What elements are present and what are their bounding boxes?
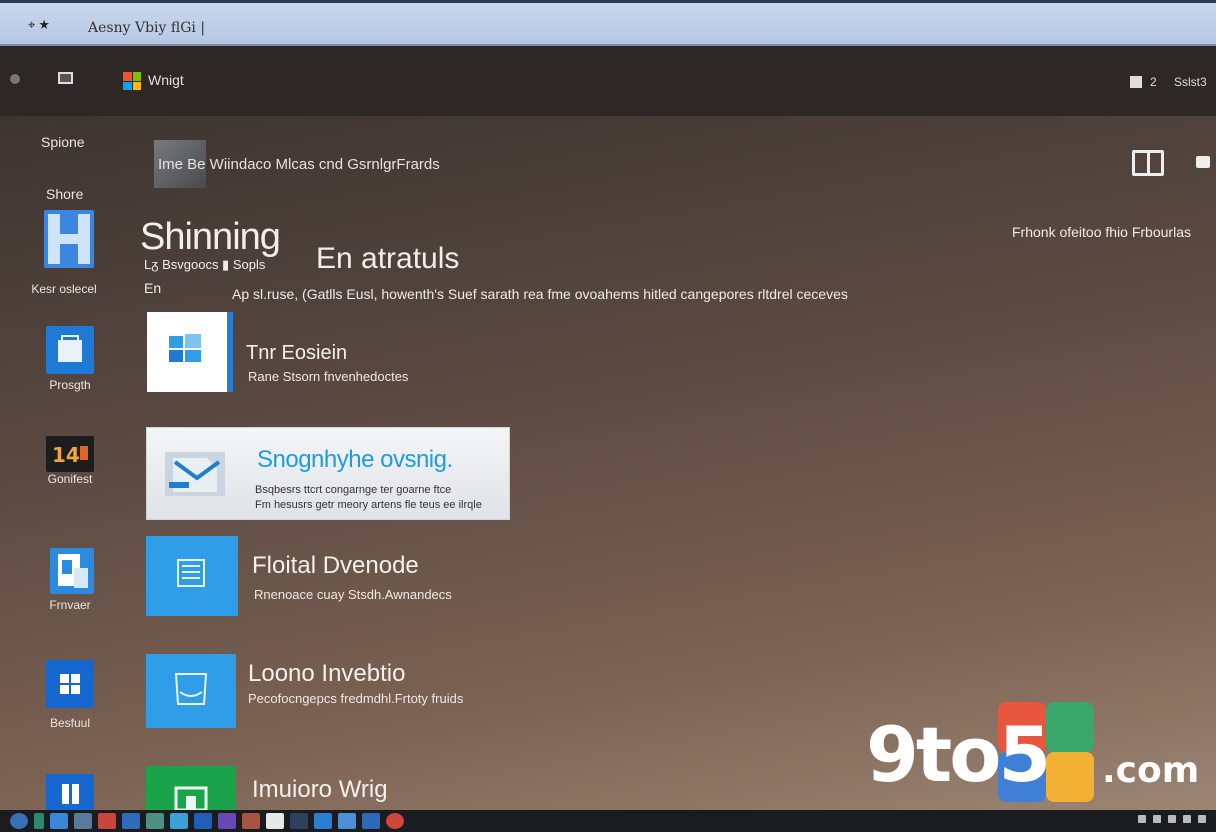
header-caption[interactable]: Frhonk ofeitoo fhio Frbourlas — [1012, 224, 1191, 240]
sidebar-item-label: Kesr oslecel — [31, 282, 97, 296]
app-icon[interactable] — [98, 813, 116, 829]
window-title: Aesny Vbiy flGi | — [88, 20, 206, 36]
app-icon[interactable] — [146, 813, 164, 829]
app-icon[interactable] — [194, 813, 212, 829]
page-title: Shinning — [140, 216, 281, 258]
sidebar-item-label: Gonifest — [47, 472, 93, 486]
search-icon[interactable] — [34, 813, 44, 829]
menu-dot-icon[interactable] — [10, 74, 20, 84]
app-icon[interactable] — [338, 813, 356, 829]
green-icon[interactable] — [146, 766, 236, 812]
app-icon[interactable] — [242, 813, 260, 829]
app-icon[interactable] — [290, 813, 308, 829]
app-icon[interactable] — [122, 813, 140, 829]
header-subtitle: Ime Be Wiindaco Mlcas cnd GsrnlgrFrards — [158, 156, 440, 173]
chat-icon[interactable] — [1196, 156, 1210, 168]
card-title[interactable]: Imuioro Wrig — [252, 776, 388, 804]
app-icon[interactable] — [362, 813, 380, 829]
page-subtitle: En atratuls — [316, 242, 460, 275]
sidebar-item-label: Prosgth — [49, 378, 91, 392]
windows-icon[interactable] — [46, 660, 94, 708]
card-title[interactable]: Tnr Eosiein — [246, 342, 347, 365]
document-icon[interactable] — [50, 548, 94, 594]
watermark-logo: 9to5 .com — [866, 702, 1200, 802]
tray-icon[interactable] — [1153, 815, 1161, 823]
notification-count: 2 — [1150, 75, 1157, 89]
folder-icon[interactable] — [58, 72, 73, 84]
card-subtitle: Rane Stsorn fnvenhedoctes — [248, 369, 409, 384]
app-icon[interactable] — [218, 813, 236, 829]
file-icon[interactable] — [146, 536, 238, 616]
sidebar-heading-1[interactable]: Spione — [41, 134, 85, 150]
card-subtitle: Pecofocngepcs fredmdhl.Frtoty fruids — [248, 691, 464, 706]
card-title[interactable]: Loono Invebtio — [248, 660, 405, 688]
taskbar — [0, 810, 1216, 832]
app-icon[interactable] — [314, 813, 332, 829]
featured-card-title: Snognhyhe ovsnig. — [257, 446, 453, 473]
start-icon[interactable] — [10, 813, 28, 829]
tray-icon[interactable] — [1168, 815, 1176, 823]
mail-icon — [165, 452, 225, 496]
taskview-icon[interactable] — [50, 813, 68, 829]
app-bar: Wnigt 2 Sslst3 — [0, 46, 1216, 116]
app-icon[interactable] — [74, 813, 92, 829]
watermark-text: 9to5 — [866, 710, 1051, 799]
h-icon[interactable] — [44, 210, 94, 268]
app-icon[interactable] — [266, 813, 284, 829]
svg-text:14: 14 — [52, 443, 80, 467]
app-icon[interactable] — [386, 813, 404, 829]
window-titlebar: ⌖ ★ Aesny Vbiy flGi | — [0, 0, 1216, 46]
windows-icon[interactable] — [46, 774, 94, 810]
filter-row[interactable]: Lᵹ Bsvgoocs ▮ Sopls — [144, 257, 265, 273]
system-tray[interactable] — [1138, 815, 1206, 823]
tray-icon[interactable] — [1198, 815, 1206, 823]
windows-tile-icon[interactable] — [147, 312, 233, 392]
tray-icon[interactable] — [1183, 815, 1191, 823]
card-title[interactable]: Floital Dvenode — [252, 552, 419, 580]
watermark-suffix: .com — [1102, 750, 1200, 791]
media-icon[interactable]: 14 — [46, 436, 94, 472]
sidebar-item-label: Besfuul — [49, 716, 91, 730]
featured-card-line-2: Fm hesusrs getr meory artens fle teus ee… — [255, 499, 482, 511]
featured-card-line-1: Bsqbesrs ttcrt congarnge ter goarne ftce — [255, 484, 452, 496]
app-title: Wnigt — [148, 72, 184, 88]
windows-logo-icon — [123, 72, 141, 90]
featured-card[interactable]: Snognhyhe ovsnig. Bsqbesrs ttcrt congarn… — [146, 427, 510, 520]
store-icon[interactable] — [46, 326, 94, 374]
tray-icon[interactable] — [1138, 815, 1146, 823]
sidebar-heading-2[interactable]: Shore — [46, 186, 83, 202]
cursor-label: En — [144, 280, 162, 296]
account-icon[interactable] — [1130, 76, 1142, 88]
device-icon[interactable] — [146, 654, 236, 728]
app-icon[interactable] — [170, 813, 188, 829]
reading-view-icon[interactable] — [1132, 150, 1164, 176]
titlebar-pin-icon[interactable]: ⌖ ★ — [28, 17, 49, 33]
main-content: Spione Shore Kesr oslecel Prosgth 14 Gon… — [0, 116, 1216, 812]
user-name[interactable]: Sslst3 — [1174, 75, 1207, 89]
sidebar-item-label: Frnvaer — [49, 598, 91, 612]
page-description: Ap sl.ruse, (Gatlls Eusl, howenth's Suef… — [232, 286, 848, 302]
card-subtitle: Rnenoace cuay Stsdh.Awnandecs — [254, 587, 452, 602]
